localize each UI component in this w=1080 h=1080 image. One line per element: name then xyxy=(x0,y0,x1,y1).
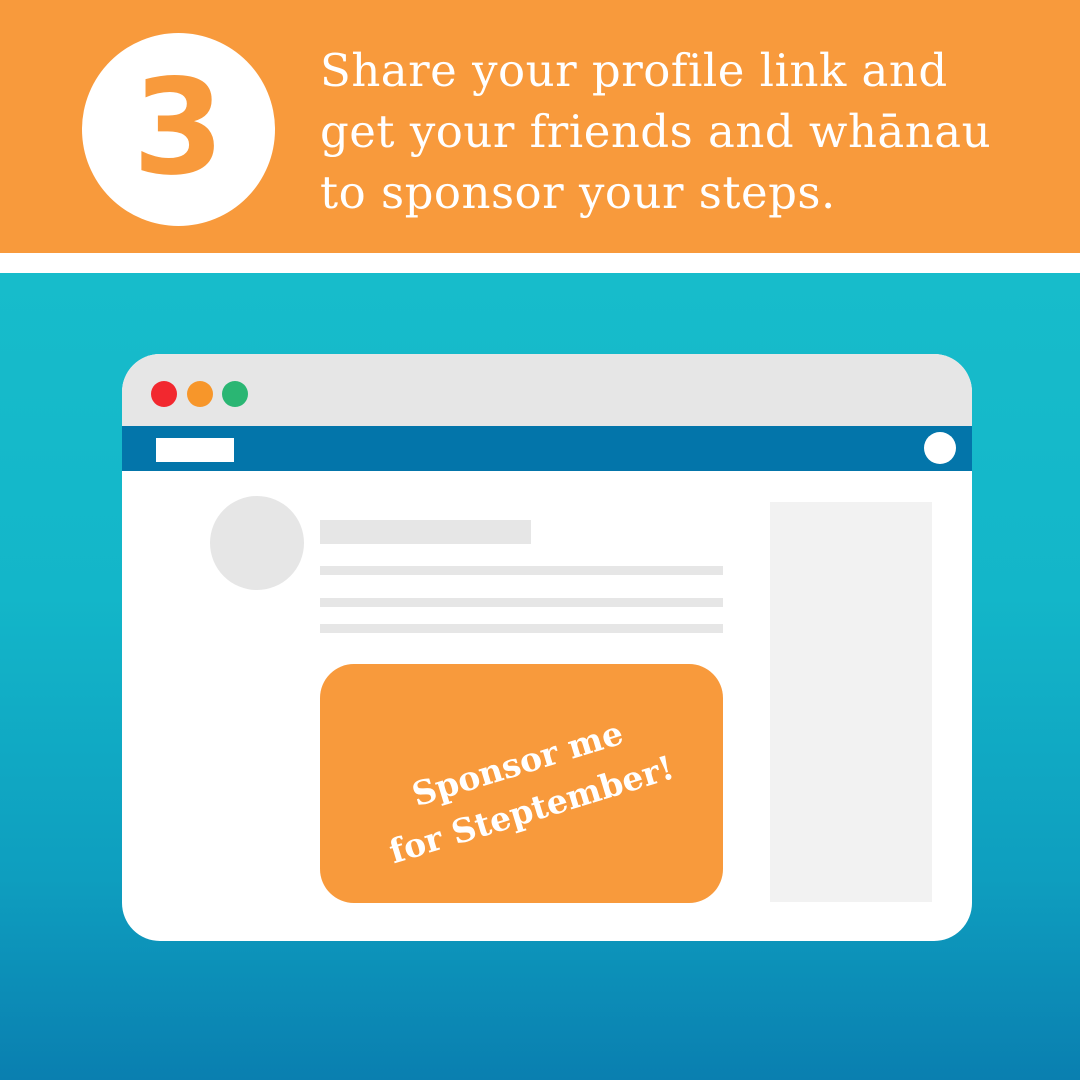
browser-navbar xyxy=(122,426,972,471)
text-line-placeholder xyxy=(320,624,723,633)
instruction-text: Share your profile link and get your fri… xyxy=(320,44,992,219)
nav-logo-placeholder xyxy=(156,438,234,462)
text-line-placeholder xyxy=(320,566,723,575)
nav-avatar-icon xyxy=(924,432,956,464)
header-banner: 3 Share your profile link and get your f… xyxy=(0,0,1080,253)
profile-avatar-placeholder xyxy=(210,496,304,590)
maximize-dot-icon xyxy=(222,381,248,407)
text-line-placeholder xyxy=(320,598,723,607)
profile-title-placeholder xyxy=(320,520,531,544)
browser-titlebar xyxy=(122,354,972,426)
close-dot-icon xyxy=(151,381,177,407)
sponsor-card: Sponsor me for Steptember! xyxy=(320,664,723,903)
step-number-badge: 3 xyxy=(82,33,275,226)
sidebar-placeholder xyxy=(770,502,932,902)
step-number: 3 xyxy=(132,50,225,205)
browser-window-illustration: Sponsor me for Steptember! xyxy=(122,354,972,941)
sponsor-card-text: Sponsor me for Steptember! xyxy=(384,712,679,871)
minimize-dot-icon xyxy=(187,381,213,407)
